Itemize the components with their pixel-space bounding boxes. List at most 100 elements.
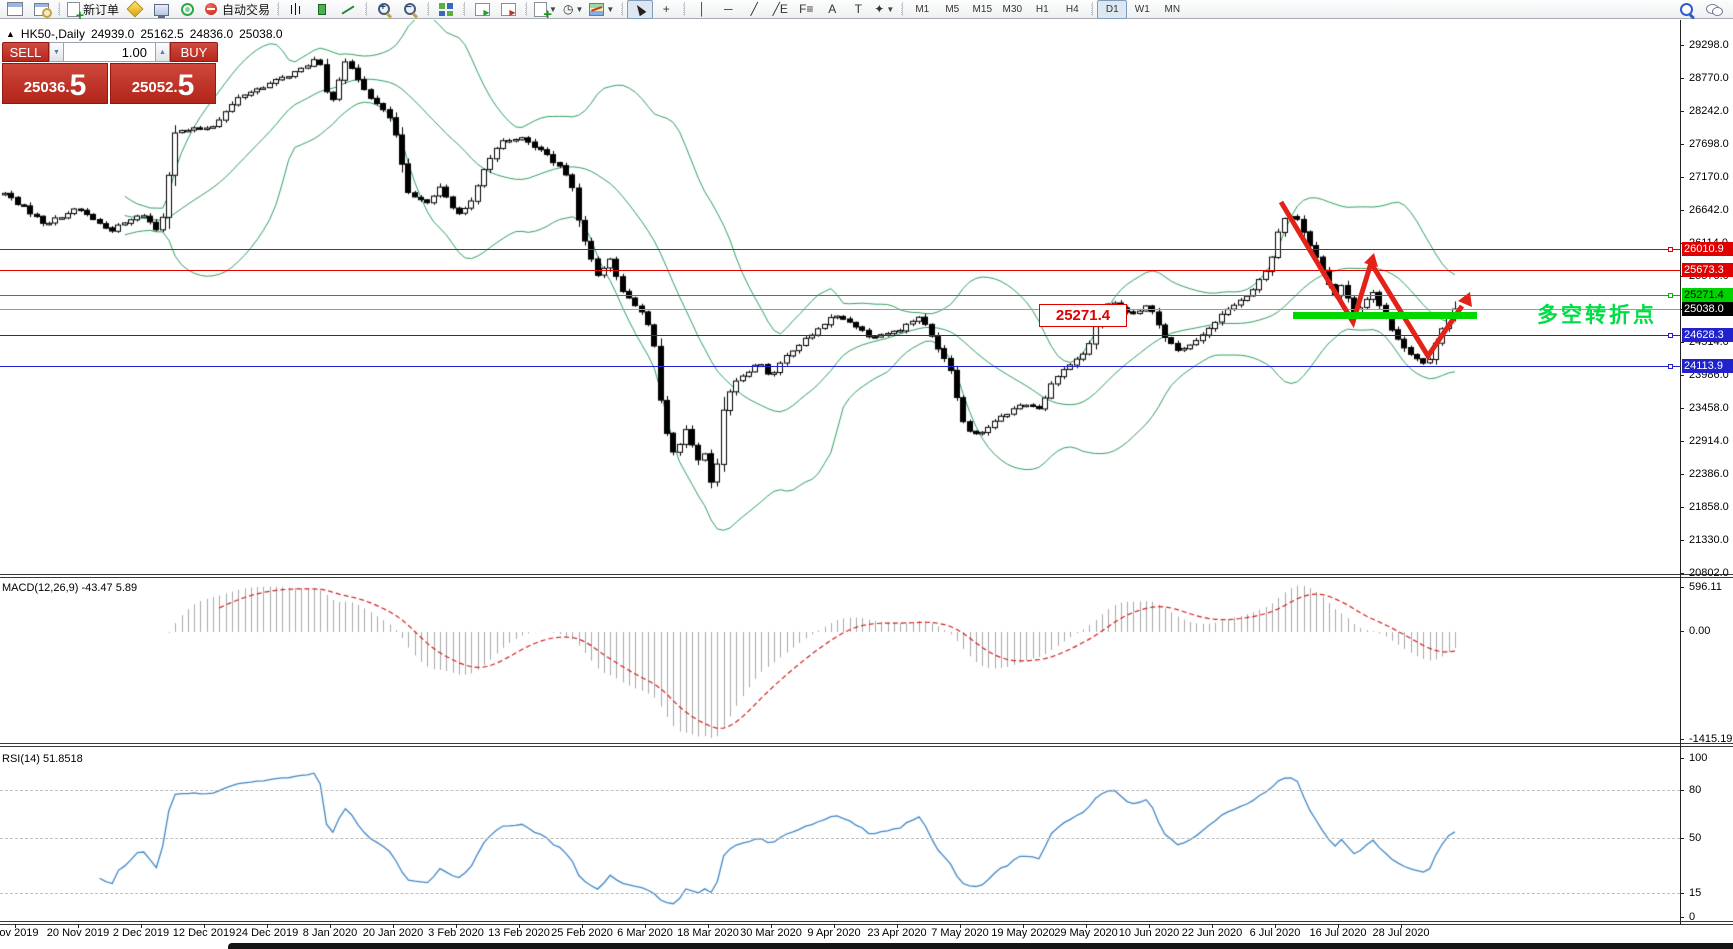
toolbar: 新订单自动交易+−▼◷▼▼+│─╱╱EF≡AT✦▼M1M5M15M30H1H4D…	[0, 0, 1733, 19]
sell-price-big-digit: 5	[70, 71, 87, 101]
zoom-in-icon-button[interactable]: +	[371, 0, 397, 19]
bar-chart-icon-button[interactable]	[283, 0, 309, 19]
candlestick-chart-icon-button[interactable]	[309, 0, 335, 19]
chat-button[interactable]	[1699, 0, 1725, 19]
horizontal-line-icon-button[interactable]: ─	[715, 0, 741, 19]
data-window-icon	[34, 3, 49, 16]
dropdown-arrow-icon[interactable]: ▼	[606, 5, 614, 14]
chart-window[interactable]: 29298.028770.028242.027698.027170.026642…	[0, 20, 1733, 949]
periods-icon: ◷	[563, 2, 573, 16]
search-button[interactable]	[1673, 0, 1699, 19]
sell-button[interactable]: SELL	[2, 42, 49, 62]
fibonacci-icon-button[interactable]: F≡	[793, 0, 819, 19]
timeframe-m15-button[interactable]: M15	[967, 0, 997, 19]
toolbar-separator	[365, 2, 367, 16]
metaeditor-icon	[127, 1, 144, 18]
toolbar-separator	[277, 2, 279, 16]
channel-icon: ╱E	[773, 2, 788, 16]
volume-decrease-button[interactable]: ▼	[49, 42, 64, 62]
timeframe-m1-button[interactable]: M1	[907, 0, 937, 19]
buy-button[interactable]: BUY	[170, 42, 218, 62]
terminal-icon-button[interactable]	[148, 0, 174, 19]
turning-point-annotation[interactable]: 多空转折点	[1537, 299, 1657, 329]
tile-windows-icon-button[interactable]	[433, 0, 459, 19]
dropdown-arrow-icon[interactable]: ▼	[886, 5, 894, 14]
search-icon	[1680, 3, 1693, 16]
timeframe-w1-button[interactable]: W1	[1127, 0, 1157, 19]
timeframe-mn-button[interactable]: MN	[1157, 0, 1187, 19]
label-icon: T	[855, 2, 862, 16]
new-order-button[interactable]: 新订单	[64, 0, 122, 19]
toolbar-separator	[427, 2, 429, 16]
symbol-title: HK50-,Daily	[21, 27, 85, 41]
periods-icon-button[interactable]: ◷▼	[560, 0, 586, 19]
indicators-icon-button[interactable]: ▼	[531, 0, 560, 19]
toolbar-separator	[58, 2, 60, 16]
crosshair-icon-button[interactable]: +	[653, 0, 679, 19]
arrows-icon-button[interactable]: ✦▼	[871, 0, 897, 19]
signals-icon-button[interactable]	[174, 0, 200, 19]
collapse-panel-icon[interactable]: ▲	[6, 29, 15, 39]
timeframe-m30-button[interactable]: M30	[997, 0, 1027, 19]
macd-indicator-label: MACD(12,26,9) -43.47 5.89	[2, 582, 137, 594]
autotrading-button[interactable]: 自动交易	[200, 0, 273, 19]
zoom-in-icon: +	[378, 3, 390, 15]
toolbar-separator	[463, 2, 465, 16]
new-order-button	[67, 2, 80, 17]
zoom-out-icon: −	[404, 3, 416, 15]
vertical-line-icon: │	[699, 2, 707, 16]
chat-icon	[1706, 4, 1719, 14]
sell-price: 25036.	[24, 75, 70, 101]
auto-scroll-icon-button[interactable]	[469, 0, 495, 19]
volume-input[interactable]: 1.00	[64, 42, 155, 62]
timeframe-m5-button[interactable]: M5	[937, 0, 967, 19]
chart-shift-icon-button[interactable]	[495, 0, 521, 19]
timeframe-d1-button[interactable]: D1	[1097, 0, 1127, 19]
timeframe-h1-button[interactable]: H1	[1027, 0, 1057, 19]
trendline-icon-button[interactable]: ╱	[741, 0, 767, 19]
trend-zigzag-arrows[interactable]	[0, 20, 1733, 949]
line-chart-icon-button[interactable]	[335, 0, 361, 19]
templates-icon-button[interactable]: ▼	[586, 0, 617, 19]
toolbar-separator	[901, 2, 903, 16]
data-window-icon-button[interactable]	[28, 0, 54, 19]
new-window-icon	[7, 2, 23, 16]
volume-increase-button[interactable]: ▲	[155, 42, 170, 62]
sell-price-button[interactable]: 25036.5	[2, 63, 108, 104]
fibonacci-icon: F≡	[799, 2, 813, 16]
chart-shift-icon	[501, 3, 516, 16]
crosshair-icon: +	[663, 2, 670, 16]
autotrading-button-label: 自动交易	[222, 1, 270, 18]
label-icon-button[interactable]: T	[845, 0, 871, 19]
templates-icon	[589, 3, 604, 16]
zoom-out-icon-button[interactable]: −	[397, 0, 423, 19]
text-icon: A	[828, 2, 836, 16]
new-order-button-label: 新订单	[83, 1, 119, 18]
level-price-label[interactable]: 25271.4	[1039, 304, 1127, 327]
timeframe-h4-button[interactable]: H4	[1057, 0, 1087, 19]
symbol-header: ▲ HK50-,Daily 24939.0 25162.5 24836.0 25…	[6, 27, 283, 41]
toolbar-separator	[683, 2, 685, 16]
taskbar-strip	[0, 941, 1733, 949]
one-click-trade-panel: SELL ▼ 1.00 ▲ BUY 25036.5 25052.5	[2, 42, 218, 104]
auto-scroll-icon	[475, 3, 490, 16]
indicators-icon	[534, 2, 547, 17]
candlestick-chart-icon	[318, 4, 326, 15]
vertical-line-icon-button[interactable]: │	[689, 0, 715, 19]
signals-icon	[181, 3, 194, 16]
rsi-indicator-label: RSI(14) 51.8518	[2, 753, 83, 765]
metaeditor-icon-button[interactable]	[122, 0, 148, 19]
cursor-icon-button[interactable]	[627, 0, 653, 19]
text-icon-button[interactable]: A	[819, 0, 845, 19]
thick-green-level-segment[interactable]	[1293, 312, 1477, 319]
cursor-icon	[634, 2, 647, 16]
ohlc-open: 24939.0	[91, 27, 134, 41]
toolbar-separator	[621, 2, 623, 16]
mt4-window: 新订单自动交易+−▼◷▼▼+│─╱╱EF≡AT✦▼M1M5M15M30H1H4D…	[0, 0, 1733, 949]
buy-price: 25052.	[132, 75, 178, 101]
channel-icon-button[interactable]: ╱E	[767, 0, 793, 19]
new-window-icon-button[interactable]	[2, 0, 28, 19]
autotrading-button	[205, 3, 217, 15]
buy-price-button[interactable]: 25052.5	[110, 63, 216, 104]
dropdown-arrow-icon[interactable]: ▼	[575, 5, 583, 14]
